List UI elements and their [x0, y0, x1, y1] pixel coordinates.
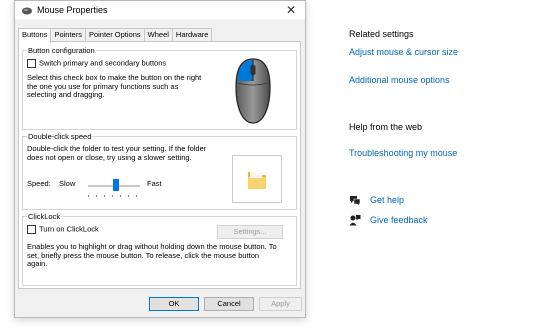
additional-mouse-options-link[interactable]: Additional mouse options: [349, 75, 450, 85]
switch-buttons-row: Switch primary and secondary buttons: [27, 59, 166, 68]
get-help-label: Get help: [370, 195, 405, 205]
tab-hardware[interactable]: Hardware: [171, 28, 213, 42]
related-settings-heading: Related settings: [349, 29, 414, 39]
clicklock-checkbox[interactable]: [27, 225, 36, 234]
clicklock-legend: ClickLock: [27, 212, 62, 221]
clicklock-label: Turn on ClickLock: [39, 224, 99, 234]
double-click-description: Double-click the folder to test your set…: [27, 144, 207, 162]
tab-pointer-options[interactable]: Pointer Options: [84, 28, 145, 42]
clicklock-group: ClickLock Turn on ClickLock Settings... …: [22, 212, 297, 286]
tab-wheel[interactable]: Wheel: [143, 28, 173, 42]
clicklock-row: Turn on ClickLock: [27, 225, 99, 234]
fast-label: Fast: [147, 179, 162, 188]
switch-buttons-checkbox[interactable]: [27, 59, 36, 68]
double-click-slider-thumb[interactable]: [113, 179, 119, 191]
get-help-link[interactable]: Get help: [349, 194, 404, 206]
double-click-speed-group: Double-click speed Double-click the fold…: [22, 132, 297, 210]
give-feedback-link[interactable]: Give feedback: [349, 214, 428, 226]
switch-buttons-label: Switch primary and secondary buttons: [39, 58, 167, 68]
clicklock-settings-button[interactable]: Settings...: [217, 225, 283, 239]
title-bar: Mouse Properties ✕: [15, 1, 305, 19]
get-help-icon: [350, 196, 361, 206]
folder-icon[interactable]: [246, 169, 268, 191]
button-configuration-group: Button configuration Switch primary and …: [22, 46, 297, 130]
double-click-test-area[interactable]: [232, 155, 282, 203]
speed-label: Speed:: [27, 179, 51, 188]
close-icon: ✕: [285, 3, 297, 17]
mouse-properties-dialog: Mouse Properties ✕ Buttons Pointers Poin…: [14, 0, 306, 318]
cancel-button[interactable]: Cancel: [204, 297, 254, 311]
tab-pointers[interactable]: Pointers: [50, 28, 86, 42]
troubleshooting-mouse-link[interactable]: Troubleshooting my mouse: [349, 148, 457, 158]
double-click-speed-legend: Double-click speed: [27, 132, 93, 141]
slider-ticks: [88, 195, 142, 198]
slow-label: Slow: [59, 179, 76, 188]
tab-strip: Buttons Pointers Pointer Options Wheel H…: [18, 28, 213, 43]
tab-buttons[interactable]: Buttons: [18, 28, 52, 43]
button-configuration-legend: Button configuration: [27, 46, 96, 55]
help-from-web-heading: Help from the web: [349, 122, 423, 132]
give-feedback-label: Give feedback: [370, 215, 428, 225]
mouse-app-icon: [22, 7, 32, 15]
buttons-tab-panel: Button configuration Switch primary and …: [18, 41, 301, 289]
button-config-description: Select this check box to make the button…: [27, 73, 202, 99]
adjust-mouse-cursor-link[interactable]: Adjust mouse & cursor size: [349, 47, 458, 57]
feedback-icon: [349, 215, 361, 226]
apply-button[interactable]: Apply: [259, 297, 302, 311]
clicklock-description: Enables you to highlight or drag without…: [27, 242, 277, 268]
mouse-illustration-icon: [235, 58, 271, 124]
ok-button[interactable]: OK: [149, 297, 199, 311]
close-button[interactable]: ✕: [281, 1, 301, 19]
window-title: Mouse Properties: [37, 5, 108, 15]
